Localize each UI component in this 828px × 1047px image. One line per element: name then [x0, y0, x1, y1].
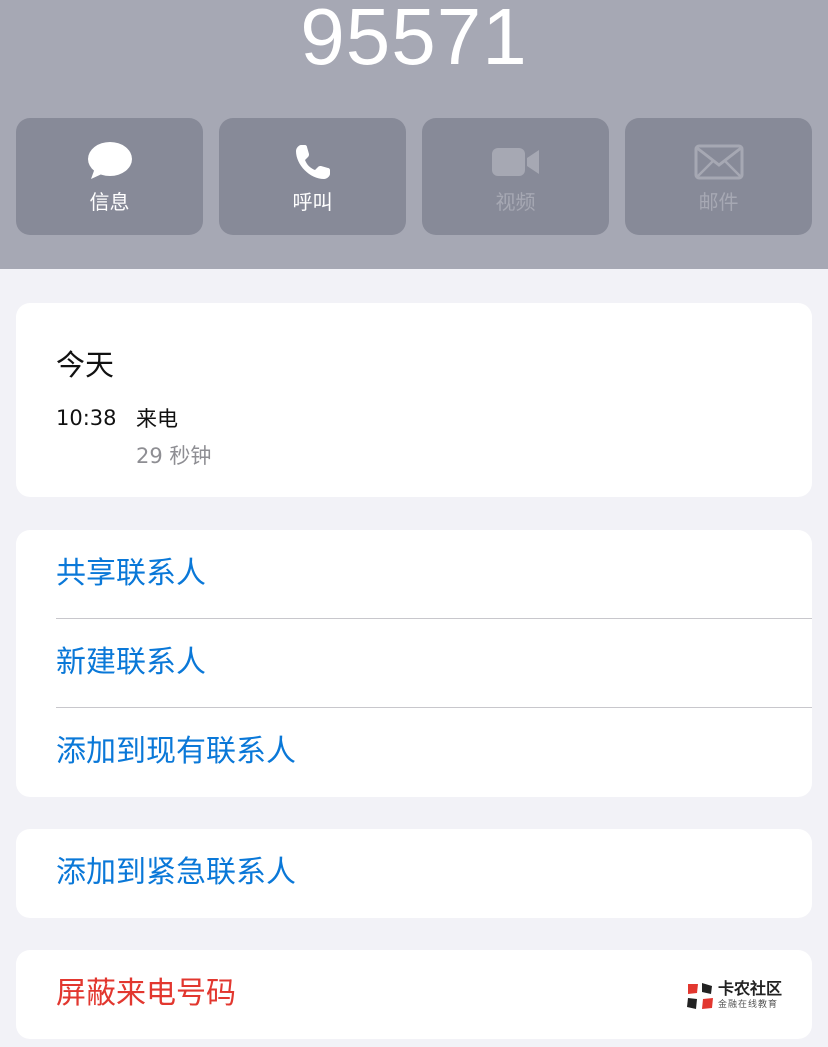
action-buttons: 信息 呼叫 视频 邮件: [16, 118, 812, 235]
call-type: 来电: [136, 407, 178, 431]
add-emergency-contact-label: 添加到紧急联系人: [56, 855, 296, 890]
watermark-logo-icon: [687, 983, 713, 1009]
recent-day: 今天: [56, 348, 115, 382]
mail-button[interactable]: 邮件: [625, 118, 812, 235]
recent-calls-card: 今天 10:38 来电 29 秒钟: [16, 303, 812, 497]
call-button[interactable]: 呼叫: [219, 118, 406, 235]
message-bubble-icon: [16, 140, 203, 184]
add-to-existing-contact-button[interactable]: 添加到现有联系人: [16, 708, 812, 797]
message-button[interactable]: 信息: [16, 118, 203, 235]
video-button[interactable]: 视频: [422, 118, 609, 235]
call-duration: 29 秒钟: [136, 444, 212, 468]
emergency-card: 添加到紧急联系人: [16, 829, 812, 918]
add-emergency-contact-button[interactable]: 添加到紧急联系人: [16, 829, 812, 918]
call-time: 10:38: [56, 406, 117, 430]
contact-options-card: 共享联系人 新建联系人 添加到现有联系人: [16, 530, 812, 797]
mail-envelope-icon: [625, 140, 812, 184]
share-contact-button[interactable]: 共享联系人: [16, 530, 812, 619]
mail-label: 邮件: [698, 190, 739, 214]
phone-number: 95571: [300, 0, 528, 81]
add-to-existing-contact-label: 添加到现有联系人: [56, 734, 296, 769]
video-label: 视频: [495, 190, 536, 214]
new-contact-button[interactable]: 新建联系人: [16, 619, 812, 708]
phone-icon: [219, 140, 406, 184]
share-contact-label: 共享联系人: [56, 556, 206, 591]
call-label: 呼叫: [292, 190, 333, 214]
video-camera-icon: [422, 140, 609, 184]
block-caller-label: 屏蔽来电号码: [56, 976, 236, 1011]
watermark-logo: 卡农社区 金融在线教育: [684, 978, 794, 1014]
watermark-subtitle: 金融在线教育: [718, 1000, 779, 1010]
watermark-title: 卡农社区: [718, 979, 783, 998]
new-contact-label: 新建联系人: [56, 645, 206, 680]
message-label: 信息: [89, 190, 130, 214]
contact-header: 95571 信息 呼叫 视频 邮件: [0, 0, 828, 269]
